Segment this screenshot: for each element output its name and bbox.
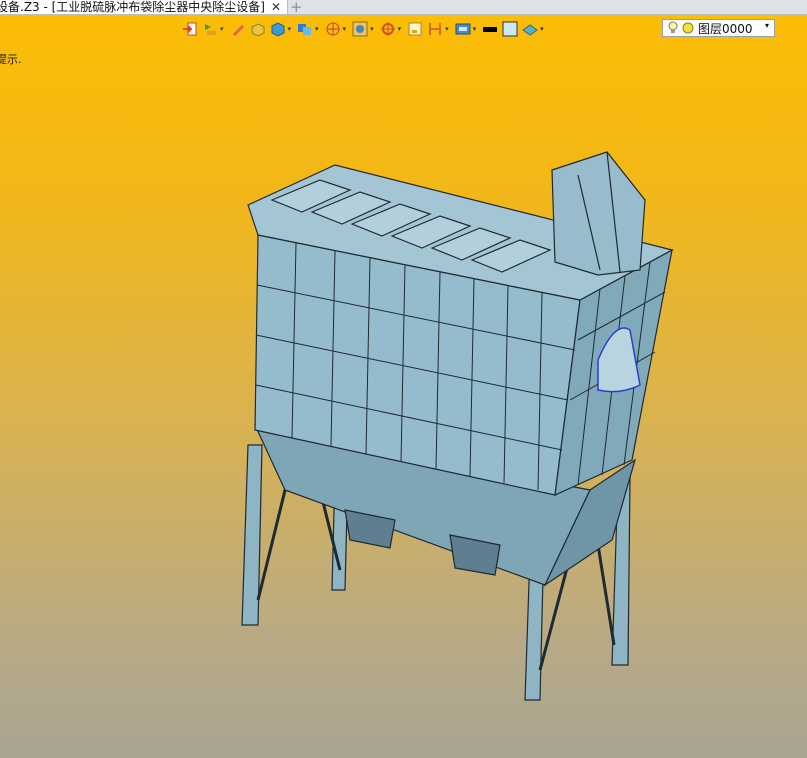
layer-color-icon xyxy=(682,22,694,34)
wireframe-icon xyxy=(326,22,340,36)
snap-button[interactable]: ▾ xyxy=(378,18,406,40)
dropdown-arrow-icon[interactable]: ▾ xyxy=(288,25,292,33)
render-button[interactable]: ▾ xyxy=(350,18,378,40)
inlet-duct xyxy=(551,151,646,276)
layer-name: 图层0000 xyxy=(698,21,753,36)
document-tab[interactable]: 设备.Z3 - [工业脱硫脉冲布袋除尘器中央除尘设备] ✕ xyxy=(0,0,289,14)
exit-icon xyxy=(183,22,197,36)
tab-bar: 设备.Z3 - [工业脱硫脉冲布袋除尘器中央除尘设备] ✕ + xyxy=(0,0,807,15)
shade-icon xyxy=(298,24,312,35)
lightbulb-icon xyxy=(668,21,678,33)
exit-button[interactable] xyxy=(180,18,200,40)
layer-manager-button[interactable]: ▾ xyxy=(200,18,228,40)
layer-select[interactable]: 图层0000 ▾ xyxy=(662,19,775,37)
close-tab-icon[interactable]: ✕ xyxy=(271,0,281,14)
render-icon xyxy=(352,21,368,37)
plane-button[interactable]: ▾ xyxy=(520,18,548,40)
status-hint: 提示. xyxy=(0,53,22,66)
toolbar: ▾ ▾ ▾ ▾ ▾ ▾ ▾ ▾ ▾ xyxy=(180,17,548,41)
dust-collector-model xyxy=(241,151,674,701)
view-icon xyxy=(455,23,471,35)
dropdown-arrow-icon[interactable]: ▾ xyxy=(370,25,374,33)
shade-button[interactable]: ▾ xyxy=(295,18,323,40)
rectangle-button[interactable] xyxy=(405,18,425,40)
cube-button[interactable]: ▾ xyxy=(268,18,296,40)
view-button[interactable]: ▾ xyxy=(453,18,481,40)
pencil-icon xyxy=(232,25,244,36)
color-swatch-icon xyxy=(483,27,498,32)
fill-swatch-icon xyxy=(502,21,518,37)
3d-viewport[interactable]: 提示. xyxy=(0,15,807,758)
dimension-button[interactable]: ▾ xyxy=(425,18,453,40)
fill-color-button[interactable] xyxy=(500,18,520,40)
pencil-button[interactable] xyxy=(228,18,248,40)
dropdown-arrow-icon[interactable]: ▾ xyxy=(315,25,319,33)
dropdown-arrow-icon[interactable]: ▾ xyxy=(220,25,224,33)
line-color-button[interactable] xyxy=(480,18,500,40)
dropdown-arrow-icon[interactable]: ▾ xyxy=(540,25,544,33)
snap-icon xyxy=(380,22,395,36)
dropdown-arrow-icon[interactable]: ▾ xyxy=(473,25,477,33)
wireframe-button[interactable]: ▾ xyxy=(323,18,351,40)
add-tab-button[interactable]: + xyxy=(290,0,303,14)
box-button[interactable] xyxy=(248,18,268,40)
dropdown-arrow-icon[interactable]: ▾ xyxy=(343,25,347,33)
layer-manager-icon xyxy=(205,24,216,35)
rectangle-icon xyxy=(408,22,422,36)
tab-title: 设备.Z3 - [工业脱硫脉冲布袋除尘器中央除尘设备] xyxy=(0,0,265,14)
chevron-down-icon[interactable]: ▾ xyxy=(765,21,769,30)
cube-icon xyxy=(271,22,285,37)
dimension-icon xyxy=(429,23,442,35)
dropdown-arrow-icon[interactable]: ▾ xyxy=(398,25,402,33)
dropdown-arrow-icon[interactable]: ▾ xyxy=(445,25,449,33)
plane-icon xyxy=(522,24,538,36)
box-icon xyxy=(251,23,265,37)
